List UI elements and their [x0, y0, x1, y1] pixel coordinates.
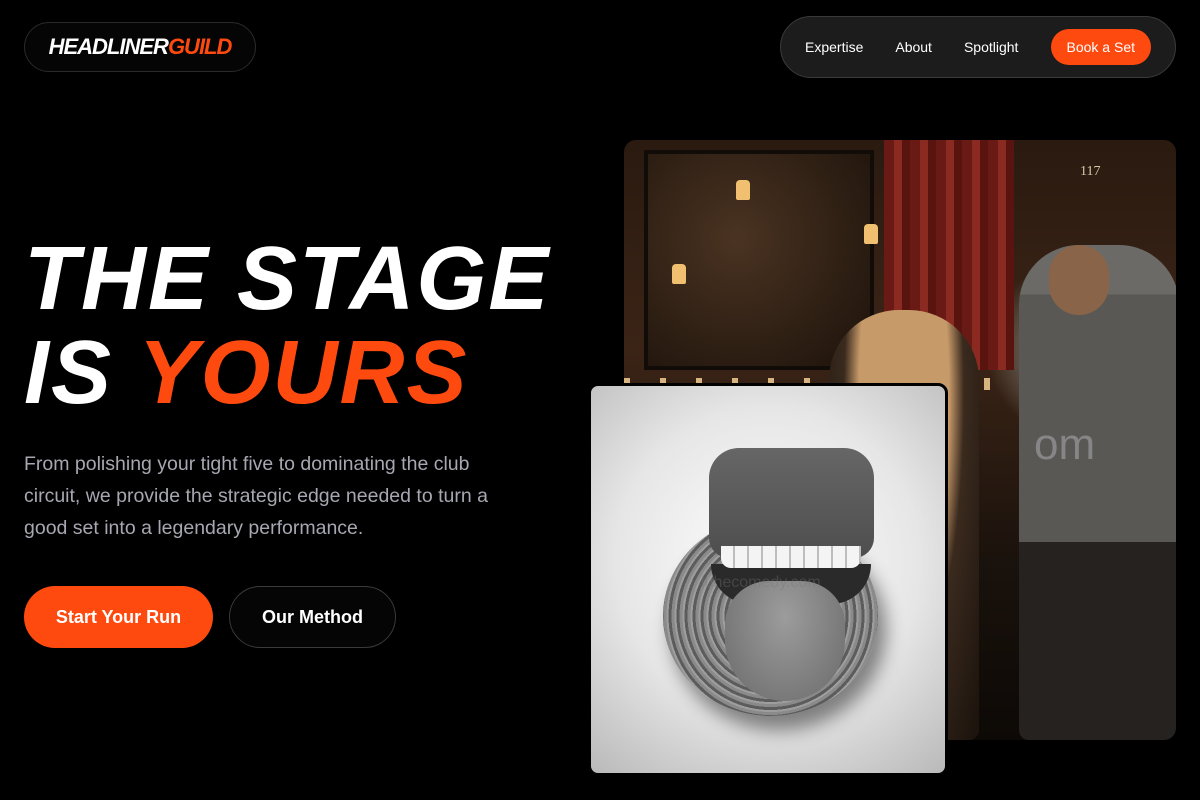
teeth-row	[721, 546, 861, 568]
book-a-set-button[interactable]: Book a Set	[1050, 29, 1151, 65]
chattering-teeth-photo: luhecomedy.com	[588, 383, 948, 776]
hero-subtitle: From polishing your tight five to domina…	[24, 453, 488, 539]
start-your-run-button[interactable]: Start Your Run	[24, 586, 213, 648]
nav-link-expertise[interactable]: Expertise	[805, 39, 863, 55]
club-window	[644, 150, 874, 370]
hero-title: THE STAGE IS YOURS	[24, 232, 550, 420]
teeth-toy-tongue	[725, 581, 845, 701]
audience-head-shape	[1049, 245, 1109, 315]
lamp-shape	[672, 264, 686, 284]
nav-link-about[interactable]: About	[895, 39, 932, 55]
lamp-shape	[736, 180, 750, 200]
audience-member-shape	[1019, 245, 1176, 740]
logo-text-primary: HEADLINER	[48, 34, 169, 59]
photo-watermark: om	[1034, 420, 1096, 469]
lamp-shape	[864, 224, 878, 244]
photo-watermark: luhecomedy.com	[701, 574, 821, 591]
teeth-toy-top	[709, 448, 874, 558]
hero-title-accent: YOURS	[138, 323, 469, 423]
nav-link-spotlight[interactable]: Spotlight	[964, 39, 1018, 55]
logo[interactable]: HEADLINER GUILD	[24, 22, 256, 72]
door-number: 117	[1080, 164, 1101, 179]
hero-title-line2: IS	[24, 323, 139, 423]
main-nav: Expertise About Spotlight Book a Set	[780, 16, 1176, 78]
logo-text-accent: GUILD	[167, 34, 232, 59]
our-method-button[interactable]: Our Method	[229, 586, 396, 648]
hero-title-line1: THE STAGE	[24, 229, 551, 329]
